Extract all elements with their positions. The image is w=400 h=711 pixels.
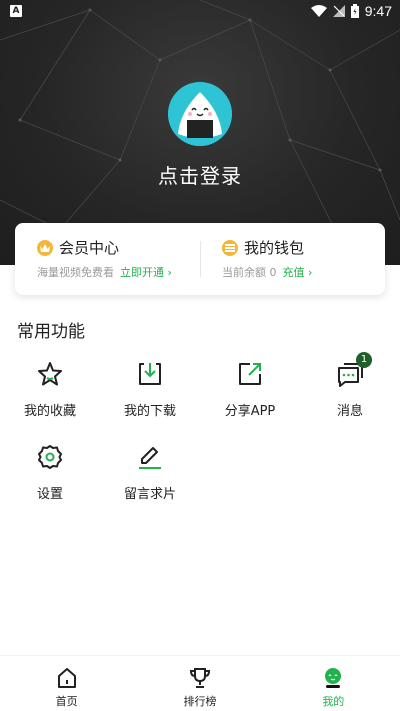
- favorites-label: 我的收藏: [23, 404, 76, 419]
- battery-icon: [350, 4, 359, 18]
- status-time: 9:47: [364, 3, 392, 19]
- messages-label: 消息: [336, 404, 363, 419]
- notification-icon: A: [10, 5, 22, 17]
- signal-icon: [332, 5, 345, 17]
- chevron-right-icon: ›: [167, 266, 172, 279]
- recharge-link[interactable]: 充值 ›: [283, 264, 313, 280]
- wifi-icon: [310, 5, 327, 17]
- gear-icon: [36, 443, 64, 471]
- edit-icon: [136, 443, 164, 471]
- open-membership-label: 立即开通: [120, 266, 164, 279]
- member-center-title: 会员中心: [59, 239, 120, 257]
- message-count-badge: 1: [356, 352, 372, 368]
- star-icon: [36, 360, 64, 388]
- tab-home-label: 首页: [55, 695, 78, 708]
- tab-home[interactable]: 首页: [0, 656, 133, 711]
- wallet-balance: 当前余额 0: [222, 266, 277, 279]
- downloads-label: 我的下载: [123, 404, 176, 419]
- tab-ranking[interactable]: 排行榜: [133, 656, 266, 711]
- crown-icon: [37, 239, 53, 256]
- onigiri-avatar-icon: [168, 82, 232, 146]
- settings-label: 设置: [36, 487, 63, 502]
- member-center[interactable]: 会员中心 海量视频免费看 立即开通 ›: [15, 223, 200, 295]
- login-link[interactable]: 点击登录: [0, 160, 400, 189]
- profile-icon: [325, 668, 342, 688]
- share-icon: [236, 360, 264, 388]
- share-app-button[interactable]: 分享APP: [200, 360, 300, 419]
- download-icon: [136, 360, 164, 388]
- chevron-right-icon: ›: [308, 266, 313, 279]
- member-wallet-card: 会员中心 海量视频免费看 立即开通 › 我的钱包 当前余额 0 充值 ›: [15, 223, 385, 295]
- member-center-subtitle: 海量视频免费看: [37, 266, 114, 279]
- message-icon: 1: [336, 352, 372, 388]
- downloads-button[interactable]: 我的下载: [100, 360, 200, 419]
- settings-button[interactable]: 设置: [0, 443, 100, 502]
- request-movie-button[interactable]: 留言求片: [100, 443, 200, 502]
- wallet-icon: [222, 239, 238, 256]
- profile-page: A 9:47 点击登录 会员中心 海量视频免费看 立即开通 › 我的钱包 当前余…: [0, 0, 400, 711]
- section-title: 常用功能: [17, 322, 85, 342]
- my-wallet-title: 我的钱包: [244, 239, 305, 257]
- open-membership-link[interactable]: 立即开通 ›: [120, 264, 172, 280]
- messages-button[interactable]: 1 消息: [300, 352, 400, 419]
- tab-mine-label: 我的: [322, 695, 345, 708]
- trophy-icon: [189, 668, 210, 688]
- bottom-navigation: 首页 排行榜 我的: [0, 655, 400, 711]
- my-wallet[interactable]: 我的钱包 当前余额 0 充值 ›: [200, 223, 385, 295]
- favorites-button[interactable]: 我的收藏: [0, 360, 100, 419]
- home-icon: [57, 668, 76, 688]
- tab-mine[interactable]: 我的: [267, 656, 400, 711]
- avatar[interactable]: [168, 82, 232, 146]
- status-bar: A 9:47: [0, 0, 400, 24]
- request-movie-label: 留言求片: [123, 487, 176, 502]
- share-app-label: 分享APP: [224, 404, 276, 419]
- tab-ranking-label: 排行榜: [183, 695, 217, 708]
- recharge-label: 充值: [282, 266, 305, 279]
